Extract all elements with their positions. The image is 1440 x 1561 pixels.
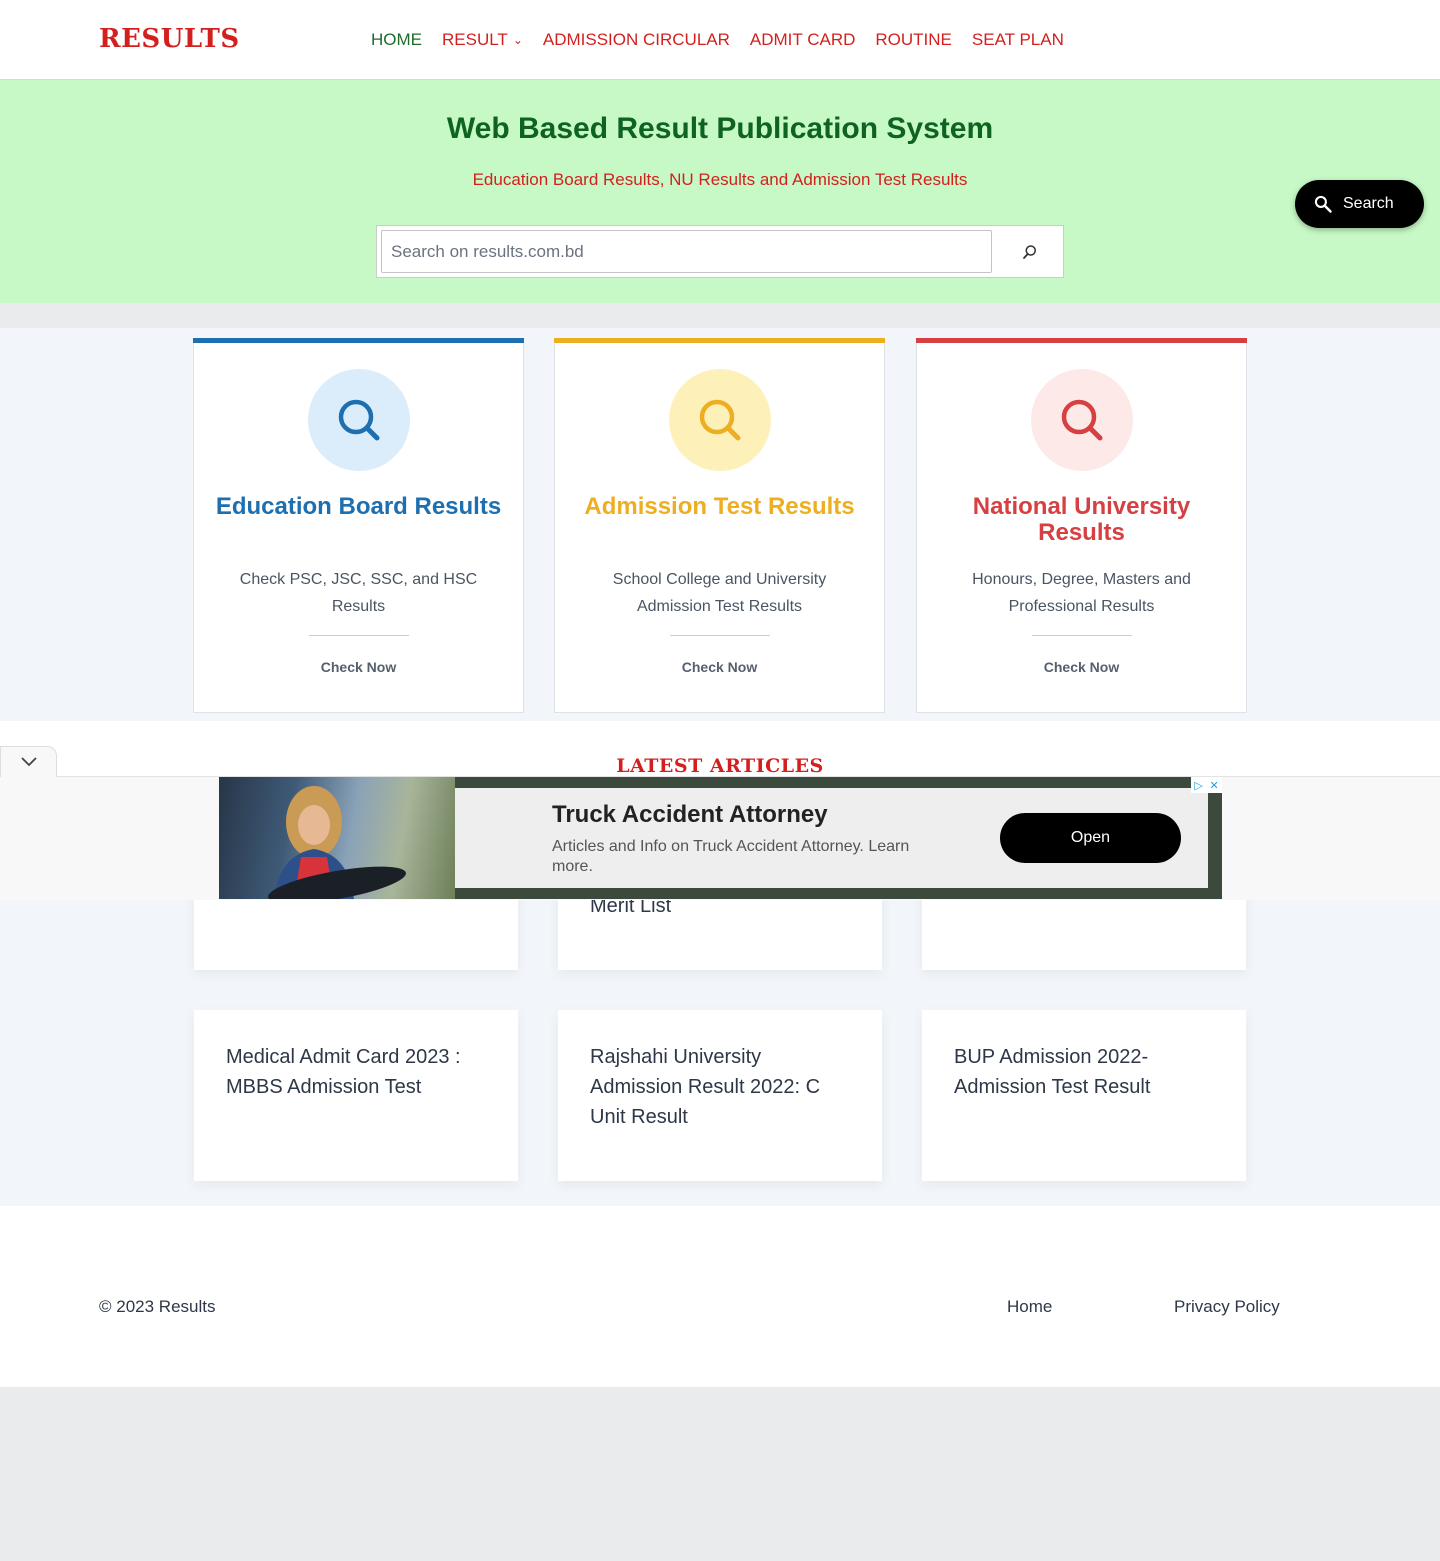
card-accent-bar [916,338,1247,343]
card-icon-circle [1031,369,1133,471]
nav-admit-card[interactable]: ADMIT CARD [750,30,855,50]
hero-section: Web Based Result Publication System Educ… [0,80,1440,303]
site-logo[interactable]: RESULTS [99,24,240,54]
ad-headline: Truck Accident Attorney [552,801,828,828]
chevron-down-icon [20,757,37,767]
ad-info-icon[interactable]: ▷ [1194,779,1202,792]
ad-choices-badge[interactable]: ▷ ✕ [1191,777,1222,793]
card-education-board: Education Board Results Check PSC, JSC, … [193,338,524,713]
article-card[interactable]: Medical Admit Card 2023 : MBBS Admission… [194,1010,518,1181]
ad-image [219,777,455,899]
main-nav: HOME RESULT ⌄ ADMISSION CIRCULAR ADMIT CA… [371,30,1064,50]
copyright-text: © 2023 Results [99,1297,216,1316]
floating-search-label: Search [1343,195,1394,212]
card-accent-bar [554,338,885,343]
check-now-button[interactable]: Check Now [194,659,523,675]
card-divider [1032,635,1132,636]
ad-banner[interactable]: Truck Accident Attorney Articles and Inf… [219,777,1222,899]
card-description: Honours, Degree, Masters and Professiona… [972,571,1191,615]
footer-link-privacy-policy[interactable]: Privacy Policy [1174,1297,1280,1317]
search-icon [1022,244,1036,259]
card-icon-circle [308,369,410,471]
card-description: School College and University Admission … [612,571,827,615]
search-icon [1061,399,1103,441]
chevron-down-icon: ⌄ [512,33,523,47]
nav-home[interactable]: HOME [371,30,422,50]
ad-body-text: Articles and Info on Truck Accident Atto… [552,838,910,875]
site-header: RESULTS HOME RESULT ⌄ ADMISSION CIRCULAR … [0,0,1440,80]
search-form [376,225,1064,278]
ad-collapse-button[interactable] [0,746,57,777]
card-national-university: National University Results Honours, Deg… [916,338,1247,713]
article-title[interactable]: Medical Admit Card 2023 : MBBS Admission… [226,1042,488,1102]
card-description: Check PSC, JSC, SSC, and HSC Results [239,571,478,615]
card-divider [309,635,409,636]
latest-articles-heading: LATEST ARTICLES [616,755,824,777]
card-title: Education Board Results [215,493,502,520]
card-divider [670,635,770,636]
nav-routine[interactable]: ROUTINE [875,30,952,50]
nav-seat-plan[interactable]: SEAT PLAN [972,30,1064,50]
check-now-button[interactable]: Check Now [917,659,1246,675]
floating-search-button[interactable]: Search [1295,180,1424,228]
hero-subtitle: Education Board Results, NU Results and … [472,170,968,189]
ad-open-button[interactable]: Open [1000,813,1181,863]
card-title: National University Results [972,493,1191,546]
card-icon-circle [669,369,771,471]
nav-result-label: RESULT [442,30,508,49]
check-now-button[interactable]: Check Now [555,659,884,675]
hero-title: Web Based Result Publication System [446,112,994,145]
close-icon[interactable]: ✕ [1209,779,1218,792]
search-input[interactable] [381,230,992,273]
search-icon [699,399,741,441]
card-accent-bar [193,338,524,343]
search-icon [1314,195,1332,213]
page-bottom-area [0,1387,1440,1561]
result-categories: Education Board Results Check PSC, JSC, … [0,328,1440,721]
article-card[interactable]: BUP Admission 2022- Admission Test Resul… [922,1010,1246,1181]
article-title[interactable]: BUP Admission 2022- Admission Test Resul… [954,1042,1216,1102]
search-submit-button[interactable] [999,230,1060,273]
site-footer: © 2023 Results Home Privacy Policy [0,1206,1440,1387]
footer-link-home[interactable]: Home [1007,1297,1052,1317]
card-admission-test: Admission Test Results School College an… [554,338,885,713]
nav-admission-circular[interactable]: ADMISSION CIRCULAR [543,30,730,50]
ad-photo-illustration [268,786,406,899]
article-card[interactable]: Rajshahi University Admission Result 202… [558,1010,882,1181]
article-title[interactable]: Rajshahi University Admission Result 202… [590,1042,852,1132]
ad-content-panel: Truck Accident Attorney Articles and Inf… [455,788,1208,888]
search-icon [338,399,380,441]
nav-result[interactable]: RESULT ⌄ [442,30,523,50]
card-title: Admission Test Results [584,493,855,520]
